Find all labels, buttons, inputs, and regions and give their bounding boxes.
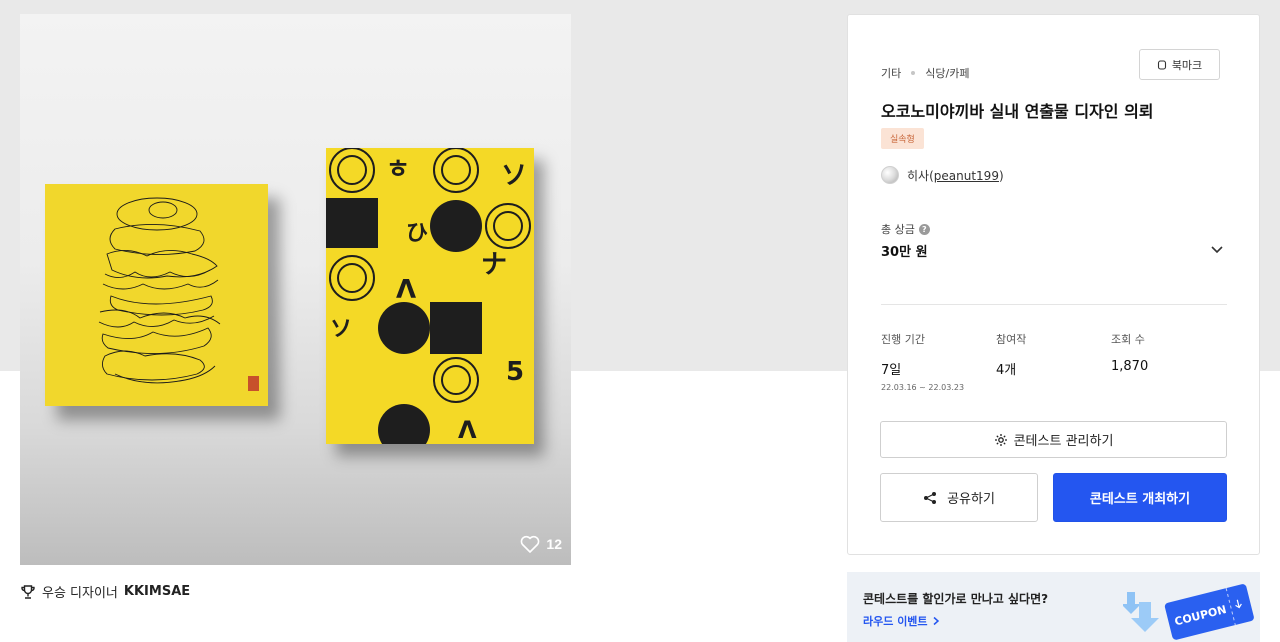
tier-badge: 실속형 [881, 128, 924, 149]
designer-name[interactable]: KKIMSAE [124, 584, 190, 599]
svg-text:ソ: ソ [501, 161, 527, 191]
bookmark-button[interactable]: 북마크 [1139, 49, 1220, 80]
host-name: 히사 [907, 168, 930, 183]
manage-contest-button[interactable]: 콘테스트 관리하기 [880, 421, 1227, 458]
stat-duration-dates: 22.03.16 ~ 22.03.23 [881, 383, 965, 392]
winning-designer: 우승 디자이너 KKIMSAE [20, 582, 190, 601]
host-userid-link[interactable]: peanut199 [934, 169, 999, 183]
coupon-event-label: 라우드 이벤트 [863, 615, 928, 628]
chevron-right-icon [933, 616, 939, 626]
host-avatar [881, 166, 899, 184]
share-icon [924, 491, 937, 504]
like-button[interactable]: 12 [520, 535, 562, 553]
manage-contest-label: 콘테스트 관리하기 [1013, 434, 1114, 449]
breadcrumb-separator [911, 71, 916, 75]
breadcrumb: 기타 식당/카페 [881, 65, 969, 81]
contest-info-panel: 기타 식당/카페 북마크 오코노미야끼바 실내 연출물 디자인 의뢰 실속형 히… [847, 14, 1260, 555]
share-label: 공유하기 [947, 492, 995, 507]
stat-duration-label: 진행 기간 [881, 333, 925, 346]
gear-icon [994, 433, 1007, 446]
divider [881, 304, 1227, 305]
heart-icon [521, 535, 540, 553]
like-count: 12 [546, 536, 562, 552]
breadcrumb-subcategory[interactable]: 식당/카페 [925, 65, 969, 81]
prize-label: 총 상금 ? [881, 221, 930, 237]
stat-entries: 참여작 4개 [996, 331, 1026, 378]
bookmark-icon [1157, 59, 1166, 70]
geometric-pattern-illustration: ㅎ ソ ひ ナ Λ ソ 5 Λ [326, 148, 531, 444]
svg-text:ソ: ソ [330, 317, 352, 342]
svg-text:ひ: ひ [406, 221, 428, 246]
stat-views: 조회 수 1,870 [1111, 331, 1148, 374]
stat-entries-value: 4개 [996, 363, 1017, 378]
open-contest-button[interactable]: 콘테스트 개최하기 [1053, 473, 1227, 522]
svg-text:ナ: ナ [481, 250, 507, 280]
trophy-icon [21, 584, 35, 599]
coupon-banner[interactable]: 콘테스트를 할인가로 만나고 싶다면? 라우드 이벤트 COUPON [847, 572, 1260, 642]
svg-text:Λ: Λ [396, 275, 416, 305]
coupon-event-link[interactable]: 라우드 이벤트 [863, 613, 940, 629]
stat-views-label: 조회 수 [1111, 333, 1145, 346]
svg-text:Λ: Λ [458, 416, 477, 444]
bookmark-label: 북마크 [1171, 58, 1203, 72]
stat-duration: 진행 기간 7일 22.03.16 ~ 22.03.23 [881, 331, 964, 392]
coupon-banner-text: 콘테스트를 할인가로 만나고 싶다면? [863, 592, 1049, 606]
breadcrumb-category[interactable]: 기타 [881, 65, 901, 81]
svg-text:ㅎ: ㅎ [386, 155, 410, 185]
stat-entries-label: 참여작 [996, 333, 1027, 346]
contest-title: 오코노미야끼바 실내 연출물 디자인 의뢰 [881, 102, 1154, 121]
chevron-down-icon[interactable] [1207, 239, 1227, 259]
burger-sketch-poster [45, 184, 268, 406]
host-info: 히사(peanut199) [881, 166, 1004, 184]
help-icon[interactable]: ? [918, 223, 930, 235]
contest-hero-image[interactable]: ㅎ ソ ひ ナ Λ ソ 5 Λ 12 [20, 14, 571, 565]
stat-views-value: 1,870 [1111, 359, 1149, 374]
svg-text:5: 5 [506, 357, 524, 387]
stat-duration-value: 7일 [881, 363, 902, 378]
share-button[interactable]: 공유하기 [880, 473, 1038, 522]
prize-label-text: 총 상금 [881, 223, 915, 236]
designer-prefix: 우승 디자이너 [42, 586, 118, 601]
geometric-yellow-poster: ㅎ ソ ひ ナ Λ ソ 5 Λ [326, 148, 534, 444]
coupon-illustration: COUPON [1123, 584, 1254, 640]
prize-value: 30만 원 [881, 245, 928, 260]
burger-sketch-illustration [98, 197, 259, 391]
